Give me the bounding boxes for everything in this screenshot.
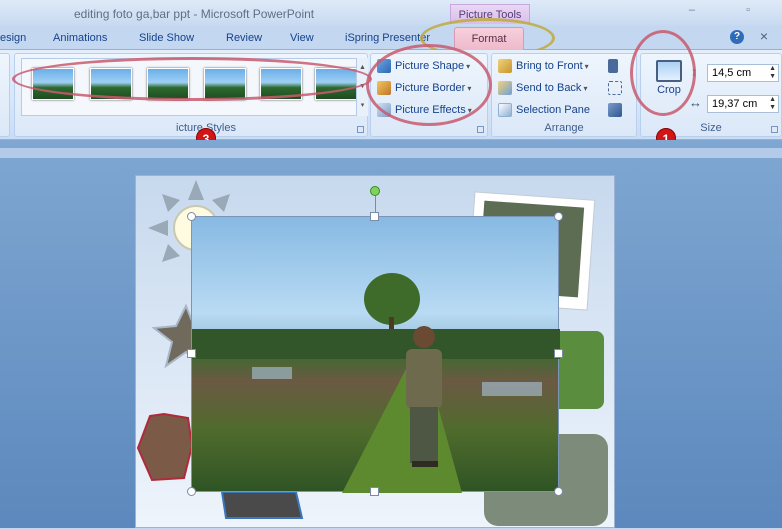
rotation-handle[interactable] <box>370 186 380 196</box>
picture-commands-highlight <box>366 44 492 126</box>
group-objects-button[interactable] <box>608 81 626 101</box>
resize-handle-right[interactable] <box>554 349 563 358</box>
tab-animations[interactable]: Animations <box>53 32 107 44</box>
tab-view[interactable]: View <box>290 32 314 44</box>
bring-to-front-label: Bring to Front <box>516 59 583 72</box>
width-value: 19,37 cm <box>712 98 758 110</box>
width-icon: ↔ <box>689 95 702 110</box>
tab-review[interactable]: Review <box>226 32 262 44</box>
ribbon-window-controls[interactable]: – × <box>732 28 776 44</box>
selection-pane-button[interactable]: Selection Pane <box>498 103 590 123</box>
picture-styles-launcher-icon[interactable] <box>357 126 364 133</box>
resize-handle-top-left[interactable] <box>187 212 196 221</box>
picture-scene <box>192 273 560 493</box>
resize-handle-bottom-right[interactable] <box>554 487 563 496</box>
send-to-back-label: Send to Back <box>516 81 582 94</box>
tab-ispring-presenter[interactable]: iSpring Presenter <box>345 32 430 44</box>
title-bar: editing foto ga,bar ppt - Microsoft Powe… <box>0 0 782 26</box>
send-to-back-icon <box>498 81 512 95</box>
selected-picture[interactable] <box>191 216 560 493</box>
width-spinner-icon[interactable]: ▲ ▼ <box>769 96 776 112</box>
resize-handle-left[interactable] <box>187 349 196 358</box>
window-controls[interactable]: – ▫ <box>689 4 774 16</box>
bring-to-front-button[interactable]: Bring to Front ▾ <box>498 59 589 79</box>
arrange-label: Arrange <box>544 122 584 134</box>
selection-pane-label: Selection Pane <box>516 103 590 116</box>
group-left-edge <box>0 53 10 137</box>
hexagon-photo <box>136 412 194 482</box>
rotate-icon <box>608 103 622 117</box>
group-icon <box>608 81 622 95</box>
resize-handle-top-right[interactable] <box>554 212 563 221</box>
height-spinner-icon[interactable]: ▲ ▼ <box>769 65 776 81</box>
resize-handle-bottom-left[interactable] <box>187 487 196 496</box>
crop-highlight <box>630 30 696 116</box>
height-field[interactable]: 14,5 cm ▲ ▼ <box>707 64 779 82</box>
rotate-button[interactable] <box>608 103 626 123</box>
tab-slide-show[interactable]: Slide Show <box>139 32 194 44</box>
align-button[interactable] <box>608 59 622 79</box>
bring-to-front-icon <box>498 59 512 73</box>
align-icon <box>608 59 618 73</box>
size-launcher-icon[interactable] <box>771 126 778 133</box>
bottom-hexagon-photo <box>220 491 304 519</box>
window-title: editing foto ga,bar ppt - Microsoft Powe… <box>74 7 315 21</box>
send-to-back-button[interactable]: Send to Back ▾ <box>498 81 587 101</box>
tab-design[interactable]: esign <box>0 32 26 44</box>
workspace-divider <box>0 148 782 158</box>
picture-styles-label: icture Styles <box>176 122 236 134</box>
selection-pane-icon <box>498 103 512 117</box>
resize-handle-bottom[interactable] <box>370 487 379 496</box>
group-arrange: Bring to Front ▾ Send to Back ▾ Selection … <box>491 53 637 137</box>
resize-handle-top[interactable] <box>370 212 379 221</box>
height-value: 14,5 cm <box>712 67 752 79</box>
picture-commands-launcher-icon[interactable] <box>477 126 484 133</box>
width-field[interactable]: 19,37 cm ▲ ▼ <box>707 95 779 113</box>
picture-styles-highlight <box>12 57 372 101</box>
